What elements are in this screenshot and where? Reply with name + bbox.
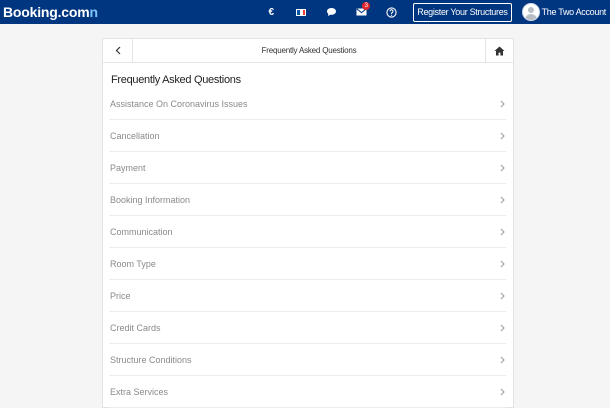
top-bar: Booking.comn € 3 Register Your Structure… [0,0,610,24]
chevron-right-icon [500,100,505,108]
faq-item[interactable]: Assistance On Coronavirus Issues [109,88,506,120]
faq-item-label: Structure Conditions [110,354,192,365]
chevron-left-icon [115,46,120,55]
france-flag-icon [296,8,307,16]
faq-item-label: Extra Services [110,386,169,397]
home-button[interactable] [485,39,513,62]
faq-item-label: Price [110,290,131,301]
faq-item[interactable]: Cancellation [109,120,506,152]
faq-list: Assistance On Coronavirus Issues Cancella… [103,88,513,408]
chevron-right-icon [500,132,505,140]
faq-item-label: Credit Cards [110,322,161,333]
avatar [521,3,540,21]
help-button[interactable] [381,0,401,24]
logo-accent: n [89,4,98,20]
faq-item[interactable]: Booking Information [109,184,506,216]
faq-card: Frequently Asked Questions Frequently As… [102,38,514,408]
chevron-right-icon [500,260,505,268]
booking-logo[interactable]: Booking.comn [3,4,98,20]
chevron-right-icon [500,196,505,204]
faq-item[interactable]: Extra Services [109,376,506,408]
chevron-right-icon [500,324,505,332]
faq-item[interactable]: Payment [109,152,506,184]
chevron-right-icon [500,356,505,364]
messages-button[interactable] [321,0,341,24]
chevron-right-icon [500,292,505,300]
chevron-right-icon [500,228,505,236]
faq-item[interactable]: Room Type [109,248,506,280]
faq-item-label: Assistance On Coronavirus Issues [110,98,248,109]
account-menu[interactable]: The Two Account [521,3,607,21]
faq-item-label: Cancellation [110,130,160,141]
register-structures-button[interactable]: Register Your Structures [413,2,512,22]
currency-symbol: € [268,6,275,18]
currency-selector[interactable]: € [261,0,281,24]
faq-item-label: Room Type [110,258,156,269]
notifications-button[interactable]: 3 [351,0,371,24]
flag-stripe-red [302,9,306,15]
notification-count-badge: 3 [362,2,371,10]
page-title: Frequently Asked Questions [261,46,357,55]
faq-item[interactable]: Structure Conditions [109,344,506,376]
logo-text: Booking.com [3,4,90,20]
card-header: Frequently Asked Questions [103,39,513,63]
account-name: The Two Account [541,7,607,17]
chat-bubble-icon [326,8,336,16]
faq-item[interactable]: Communication [109,216,506,248]
language-selector[interactable] [291,0,311,24]
faq-item[interactable]: Price [109,280,506,312]
faq-item[interactable]: Credit Cards [109,312,506,344]
faq-item-label: Communication [110,226,173,237]
home-icon [494,46,505,55]
chevron-right-icon [500,164,505,172]
chevron-right-icon [500,388,505,396]
faq-item-label: Booking Information [110,194,191,205]
faq-item-label: Payment [110,162,146,173]
back-button[interactable] [103,39,133,62]
question-circle-icon [386,6,397,18]
section-title: Frequently Asked Questions [111,74,241,86]
